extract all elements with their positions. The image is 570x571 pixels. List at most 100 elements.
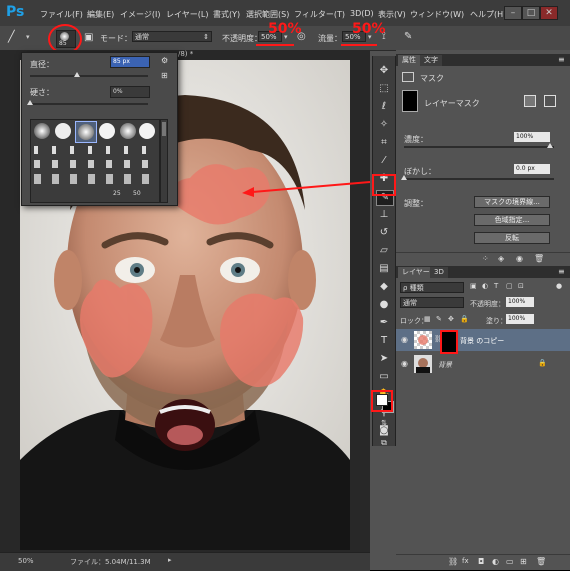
- lock-all-icon[interactable]: 🔒: [460, 315, 469, 323]
- eraser-tool-icon[interactable]: ▱: [376, 244, 392, 258]
- layers-opacity-input[interactable]: 100%: [506, 297, 534, 307]
- menu-file[interactable]: ファイル(F): [40, 9, 83, 20]
- brush-preset-soft[interactable]: [34, 123, 50, 139]
- menu-3d[interactable]: 3D(D): [350, 9, 374, 18]
- type-tool-icon[interactable]: T: [376, 334, 392, 348]
- group-icon[interactable]: ▭: [506, 557, 514, 566]
- menu-edit[interactable]: 編集(E): [87, 9, 114, 20]
- selection-from-mask-icon[interactable]: ⁘: [482, 254, 489, 263]
- brush-tool-icon[interactable]: ╱: [8, 30, 24, 46]
- filter-pixel-icon[interactable]: ▣: [470, 282, 477, 290]
- close-button[interactable]: ✕: [540, 6, 558, 20]
- mask-edge-button[interactable]: マスクの境界線...: [474, 196, 550, 208]
- link-layers-icon[interactable]: ⛓: [448, 557, 458, 566]
- layer-filter-select[interactable]: ρ 種類: [400, 282, 464, 293]
- chevron-right-icon[interactable]: ▸: [168, 556, 172, 564]
- layer-mask-thumbnail[interactable]: [440, 330, 458, 354]
- size-slider-track[interactable]: [30, 75, 148, 77]
- gear-icon[interactable]: ⚙: [161, 56, 168, 65]
- new-layer-icon[interactable]: ⊞: [520, 557, 527, 566]
- brush-panel-toggle-icon[interactable]: ▣: [84, 32, 93, 43]
- shape-tool-icon[interactable]: ▭: [376, 370, 392, 384]
- trash-icon[interactable]: 🗑: [534, 254, 544, 263]
- filter-toggle-icon[interactable]: ●: [556, 282, 562, 290]
- brush-preset-hard-3[interactable]: [139, 123, 155, 139]
- screen-mode-icon[interactable]: ⧉: [376, 436, 392, 450]
- tab-layers[interactable]: レイヤー: [398, 267, 434, 278]
- size-slider-thumb[interactable]: [74, 72, 81, 77]
- blend-mode-select[interactable]: 通常: [400, 297, 464, 308]
- menu-help[interactable]: ヘルプ(H): [470, 9, 506, 20]
- crop-tool-icon[interactable]: ⌗: [376, 136, 392, 150]
- tab-3d[interactable]: 3D: [430, 267, 448, 278]
- stamp-tool-icon[interactable]: ⊥: [376, 208, 392, 222]
- eyedropper-tool-icon[interactable]: ⁄: [376, 154, 392, 168]
- marquee-tool-icon[interactable]: ⬚: [376, 82, 392, 96]
- vector-mask-icon[interactable]: [544, 95, 556, 107]
- menu-image[interactable]: イメージ(I): [120, 9, 160, 20]
- eye-icon[interactable]: ◉: [516, 254, 523, 263]
- move-tool-icon[interactable]: ✥: [376, 64, 392, 78]
- lock-image-icon[interactable]: ✎: [436, 315, 442, 323]
- fill-input[interactable]: 100%: [506, 314, 534, 324]
- brush-preset-row-2[interactable]: [34, 146, 154, 154]
- hardness-slider-track[interactable]: [30, 103, 148, 105]
- density-slider-thumb[interactable]: [547, 143, 553, 148]
- filter-type-icon[interactable]: T: [494, 282, 498, 290]
- pixel-mask-icon[interactable]: [524, 95, 536, 107]
- layer-row-background[interactable]: ◉ 背景 🔒: [396, 353, 570, 375]
- feather-slider-track[interactable]: [404, 178, 554, 180]
- tab-character[interactable]: 文字: [420, 55, 442, 66]
- hardness-slider-thumb[interactable]: [27, 100, 33, 105]
- menu-filter[interactable]: フィルター(T): [294, 9, 345, 20]
- preset-scrollbar[interactable]: [160, 119, 168, 203]
- invert-button[interactable]: 反転: [474, 232, 550, 244]
- lock-transparent-icon[interactable]: ▦: [424, 315, 431, 323]
- fx-icon[interactable]: fx: [462, 557, 469, 565]
- chevron-down-icon[interactable]: ▾: [26, 33, 30, 41]
- menu-select[interactable]: 選択範囲(S): [246, 9, 289, 20]
- path-select-tool-icon[interactable]: ➤: [376, 352, 392, 366]
- trash-icon[interactable]: 🗑: [536, 557, 546, 566]
- eye-icon[interactable]: ◉: [401, 359, 408, 368]
- brush-preset-hard[interactable]: [55, 123, 71, 139]
- zoom-readout[interactable]: 50%: [18, 557, 34, 565]
- adjustment-layer-icon[interactable]: ◐: [492, 557, 499, 566]
- tab-properties[interactable]: 属性: [398, 55, 420, 66]
- brush-preset-hard-2[interactable]: [99, 123, 115, 139]
- panel-menu-icon[interactable]: ≡: [558, 55, 565, 64]
- gradient-tool-icon[interactable]: ▤: [376, 262, 392, 276]
- filter-smart-icon[interactable]: ⊡: [518, 282, 524, 290]
- pen-tool-icon[interactable]: ✒: [376, 316, 392, 330]
- filter-adjust-icon[interactable]: ◐: [482, 282, 488, 290]
- layer-row-copy[interactable]: ◉ ⛓ 背景 のコピー: [396, 329, 570, 354]
- minimize-button[interactable]: –: [504, 6, 522, 20]
- feather-slider-thumb[interactable]: [401, 175, 407, 180]
- pressure-size-icon[interactable]: ✎: [404, 31, 412, 42]
- density-slider-track[interactable]: [404, 146, 554, 148]
- menu-view[interactable]: 表示(V): [378, 9, 406, 20]
- preset-scrollbar-thumb[interactable]: [162, 122, 166, 136]
- density-input[interactable]: 100%: [514, 132, 550, 142]
- brush-preset-soft-2[interactable]: [120, 123, 136, 139]
- color-range-button[interactable]: 色域指定...: [474, 214, 550, 226]
- maximize-button[interactable]: □: [522, 6, 540, 20]
- apply-mask-icon[interactable]: ◈: [498, 254, 504, 263]
- lasso-tool-icon[interactable]: ℓ: [376, 100, 392, 114]
- menu-layer[interactable]: レイヤー(L): [166, 9, 208, 20]
- lock-position-icon[interactable]: ✥: [448, 315, 454, 323]
- mode-select[interactable]: 通常 ⇕: [132, 31, 212, 42]
- menu-window[interactable]: ウィンドウ(W): [410, 9, 464, 20]
- history-brush-tool-icon[interactable]: ↺: [376, 226, 392, 240]
- menu-type[interactable]: 書式(Y): [213, 9, 240, 20]
- add-mask-icon[interactable]: ◘: [478, 557, 484, 566]
- blur-tool-icon[interactable]: ◆: [376, 280, 392, 294]
- filter-shape-icon[interactable]: ▢: [506, 282, 513, 290]
- feather-input[interactable]: 0.0 px: [514, 164, 550, 174]
- dodge-tool-icon[interactable]: ●: [376, 298, 392, 312]
- magic-wand-tool-icon[interactable]: ✧: [376, 118, 392, 132]
- brush-preset-row-3[interactable]: [34, 160, 154, 168]
- panel-menu-icon[interactable]: ≡: [558, 267, 565, 276]
- brush-preset-soft-selected[interactable]: [75, 121, 97, 143]
- new-preset-icon[interactable]: ⊞: [161, 71, 168, 80]
